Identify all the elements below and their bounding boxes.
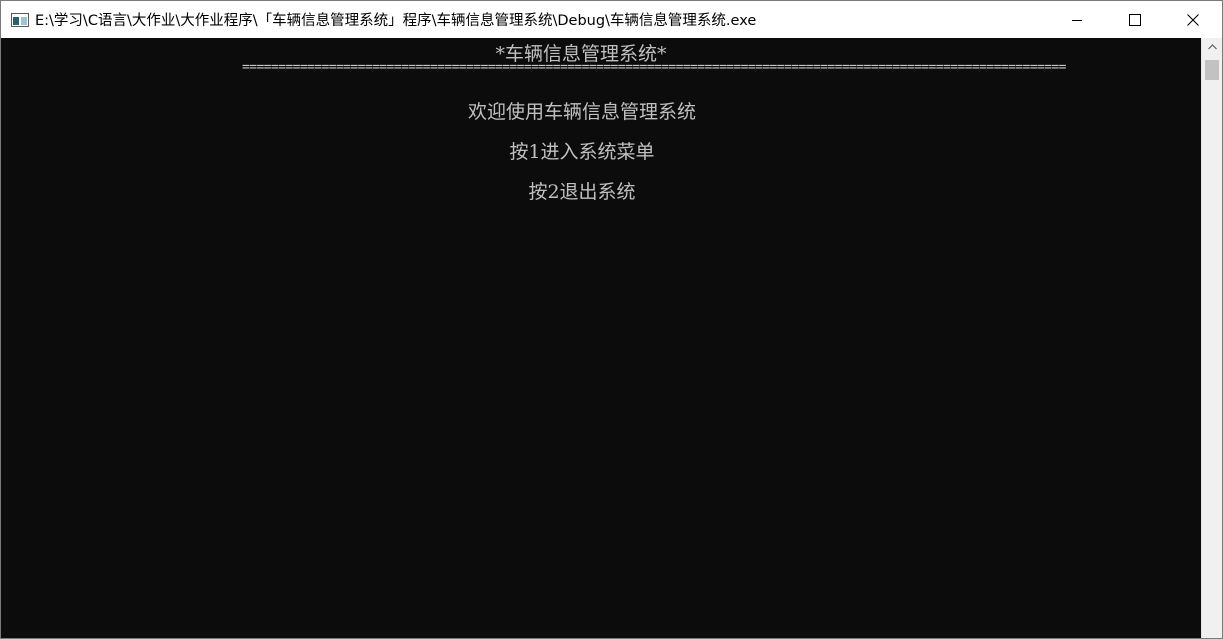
window-title: E:\学习\C语言\大作业\大作业程序\「车辆信息管理系统」程序\车辆信息管理系… (35, 13, 757, 29)
console-output[interactable]: *车辆信息管理系统* =============================… (1, 38, 1201, 638)
option-exit-system: 按2退出系统 (528, 181, 636, 203)
minimize-button[interactable] (1048, 1, 1106, 38)
option-enter-menu: 按1进入系统菜单 (509, 141, 655, 163)
window-controls (1048, 1, 1222, 38)
close-button[interactable] (1164, 1, 1222, 38)
console-app-icon[interactable] (11, 12, 29, 27)
welcome-message: 欢迎使用车辆信息管理系统 (467, 101, 696, 123)
title-bar[interactable]: E:\学习\C语言\大作业\大作业程序\「车辆信息管理系统」程序\车辆信息管理系… (1, 1, 1222, 38)
maximize-button[interactable] (1106, 1, 1164, 38)
scroll-up-arrow-icon (1207, 44, 1217, 50)
console-window: E:\学习\C语言\大作业\大作业程序\「车辆信息管理系统」程序\车辆信息管理系… (0, 0, 1223, 639)
scroll-thumb[interactable] (1205, 60, 1219, 80)
separator-line: ========================================… (242, 60, 1066, 75)
close-icon (1187, 13, 1199, 26)
minimize-icon (1072, 19, 1082, 21)
scroll-up-button[interactable] (1202, 38, 1222, 56)
maximize-icon (1129, 13, 1141, 26)
vertical-scrollbar[interactable] (1201, 38, 1222, 638)
